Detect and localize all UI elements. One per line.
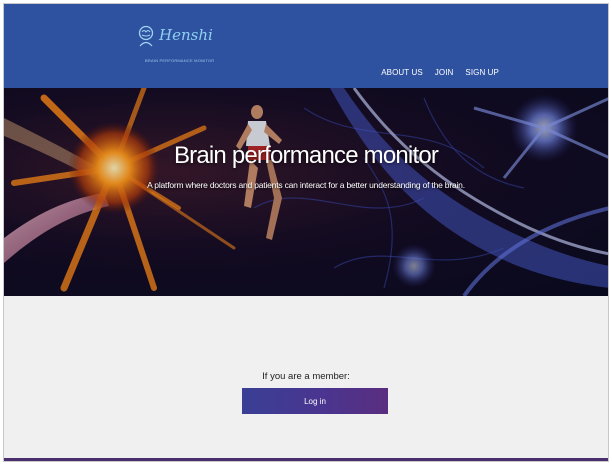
nav-join[interactable]: JOIN <box>435 68 454 77</box>
footer-strip <box>4 458 608 461</box>
member-prompt: If you are a member: <box>262 371 350 382</box>
hero-subtitle: A platform where doctors and patients ca… <box>147 180 465 190</box>
hero-banner: Brain performance monitor A platform whe… <box>4 88 608 296</box>
site-header: Henshi Brain performance monitor ABOUT U… <box>4 4 608 88</box>
nav-about-us[interactable]: ABOUT US <box>381 68 423 77</box>
nav-sign-up[interactable]: SIGN UP <box>465 68 499 77</box>
hero-title: Brain performance monitor <box>173 142 439 169</box>
logo-tagline: Brain performance monitor <box>145 58 215 63</box>
logo-name: Henshi <box>159 26 213 44</box>
brain-head-icon <box>138 25 154 47</box>
page-frame: Henshi Brain performance monitor ABOUT U… <box>3 3 609 462</box>
login-section: If you are a member: Log in <box>4 296 608 461</box>
login-button[interactable]: Log in <box>242 388 388 414</box>
main-nav: ABOUT US JOIN SIGN UP <box>381 68 499 77</box>
neuron-background-image <box>4 88 608 296</box>
